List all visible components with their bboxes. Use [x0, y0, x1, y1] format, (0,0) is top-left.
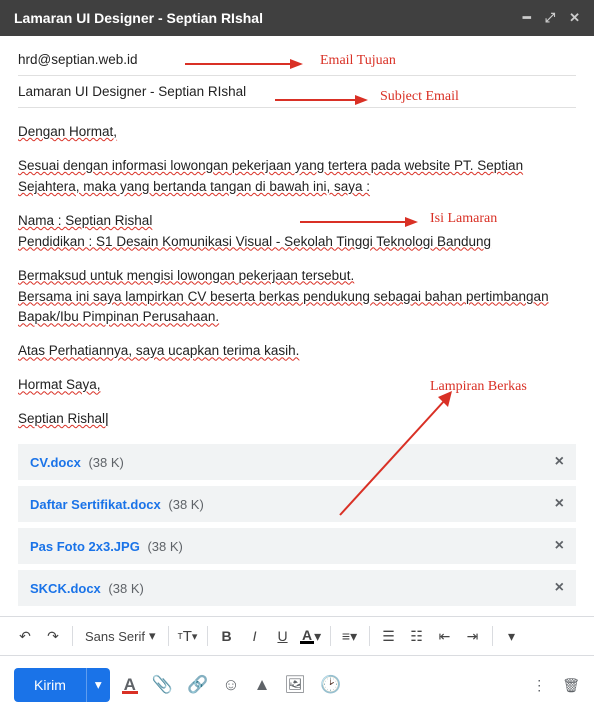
body-greeting: Dengan Hormat, [18, 124, 117, 139]
font-size-button[interactable]: тT▾ [175, 623, 201, 649]
attachment-remove-icon[interactable]: × [555, 453, 564, 471]
discard-draft-icon[interactable]: 🗑 [562, 677, 580, 694]
attachment-remove-icon[interactable]: × [555, 495, 564, 513]
align-button[interactable]: ≡▾ [337, 623, 363, 649]
attachment-size: (38 K) [147, 539, 182, 554]
attachment-item[interactable]: Pas Foto 2x3.JPG (38 K) × [18, 528, 576, 564]
toolbar-separator [207, 626, 208, 646]
insert-link-icon[interactable]: 🔗 [187, 675, 208, 695]
recipient-value: hrd@septian.web.id [18, 52, 138, 67]
chevron-down-icon: ▾ [149, 628, 156, 644]
attachment-item[interactable]: CV.docx (38 K) × [18, 444, 576, 480]
attachment-item[interactable]: Daftar Sertifikat.docx (38 K) × [18, 486, 576, 522]
attachment-item[interactable]: SKCK.docx (38 K) × [18, 570, 576, 606]
bold-button[interactable]: B [214, 623, 240, 649]
bulleted-list-button[interactable]: ☷ [404, 623, 430, 649]
body-signature: Septian Rishal [18, 411, 109, 426]
toolbar-separator [492, 626, 493, 646]
close-icon[interactable]: ✕ [569, 10, 580, 26]
underline-button[interactable]: U [270, 623, 296, 649]
body-para1: Sesuai dengan informasi lowongan pekerja… [18, 158, 523, 194]
body-para2a: Bermaksud untuk mengisi lowongan pekerja… [18, 268, 354, 283]
email-body-editor[interactable]: Dengan Hormat, Sesuai dengan informasi l… [18, 108, 576, 444]
send-button[interactable]: Kirim [14, 668, 86, 702]
send-options-button[interactable]: ▾ [86, 668, 110, 702]
compose-body: hrd@septian.web.id Lamaran UI Designer -… [0, 36, 594, 606]
body-closing: Hormat Saya, [18, 377, 101, 392]
body-name-line: Nama : Septian Rishal [18, 213, 152, 228]
text-color-button[interactable]: A▾ [298, 623, 324, 649]
attachment-size: (38 K) [108, 581, 143, 596]
numbered-list-button[interactable]: ☰ [376, 623, 402, 649]
attachment-name: CV.docx [30, 455, 81, 470]
attachment-remove-icon[interactable]: × [555, 537, 564, 555]
insert-drive-icon[interactable]: ▲ [254, 675, 271, 695]
formatting-toolbar: ↶ ↷ Sans Serif ▾ тT▾ B I U A▾ ≡▾ ☰ ☷ ⇤ ⇥… [0, 616, 594, 656]
recipients-field[interactable]: hrd@septian.web.id [18, 44, 576, 76]
toolbar-separator [369, 626, 370, 646]
formatting-toggle-icon[interactable]: A [122, 675, 138, 695]
compose-action-bar: Kirim ▾ A 📎 🔗 ☺ ▲ 🖼 🕑 ⋮ 🗑 [0, 656, 594, 714]
body-edu-line: Pendidikan : S1 Desain Komunikasi Visual… [18, 234, 491, 249]
confidential-mode-icon[interactable]: 🕑 [320, 675, 341, 695]
indent-less-button[interactable]: ⇤ [432, 623, 458, 649]
attachment-name: SKCK.docx [30, 581, 101, 596]
compose-tool-icons: A 📎 🔗 ☺ ▲ 🖼 🕑 [122, 675, 342, 695]
attach-file-icon[interactable]: 📎 [152, 675, 173, 695]
body-thanks: Atas Perhatiannya, saya ucapkan terima k… [18, 343, 299, 358]
insert-emoji-icon[interactable]: ☺ [222, 675, 239, 695]
more-formatting-button[interactable]: ▾ [499, 623, 525, 649]
subject-value: Lamaran UI Designer - Septian RIshal [18, 84, 246, 99]
compose-titlebar: Lamaran UI Designer - Septian RIshal ━ ⤢… [0, 0, 594, 36]
italic-button[interactable]: I [242, 623, 268, 649]
compose-right-actions: ⋮ 🗑 [532, 677, 580, 694]
attachment-name: Pas Foto 2x3.JPG [30, 539, 140, 554]
minimize-icon[interactable]: ━ [523, 10, 531, 26]
undo-button[interactable]: ↶ [12, 623, 38, 649]
toolbar-separator [330, 626, 331, 646]
attachment-name: Daftar Sertifikat.docx [30, 497, 161, 512]
titlebar-actions: ━ ⤢ ✕ [523, 10, 580, 26]
compose-title: Lamaran UI Designer - Septian RIshal [14, 10, 263, 26]
toolbar-separator [168, 626, 169, 646]
toolbar-separator [72, 626, 73, 646]
attachment-size: (38 K) [88, 455, 123, 470]
more-options-icon[interactable]: ⋮ [532, 677, 546, 694]
expand-icon[interactable]: ⤢ [545, 10, 555, 26]
body-para2b: Bersama ini saya lampirkan CV beserta be… [18, 289, 549, 325]
redo-button[interactable]: ↷ [40, 623, 66, 649]
insert-photo-icon[interactable]: 🖼 [284, 675, 306, 695]
indent-more-button[interactable]: ⇥ [460, 623, 486, 649]
attachment-size: (38 K) [168, 497, 203, 512]
subject-field[interactable]: Lamaran UI Designer - Septian RIshal [18, 76, 576, 108]
attachments-list: CV.docx (38 K) × Daftar Sertifikat.docx … [18, 444, 576, 606]
send-button-group: Kirim ▾ [14, 668, 110, 702]
attachment-remove-icon[interactable]: × [555, 579, 564, 597]
font-family-select[interactable]: Sans Serif ▾ [79, 623, 162, 649]
